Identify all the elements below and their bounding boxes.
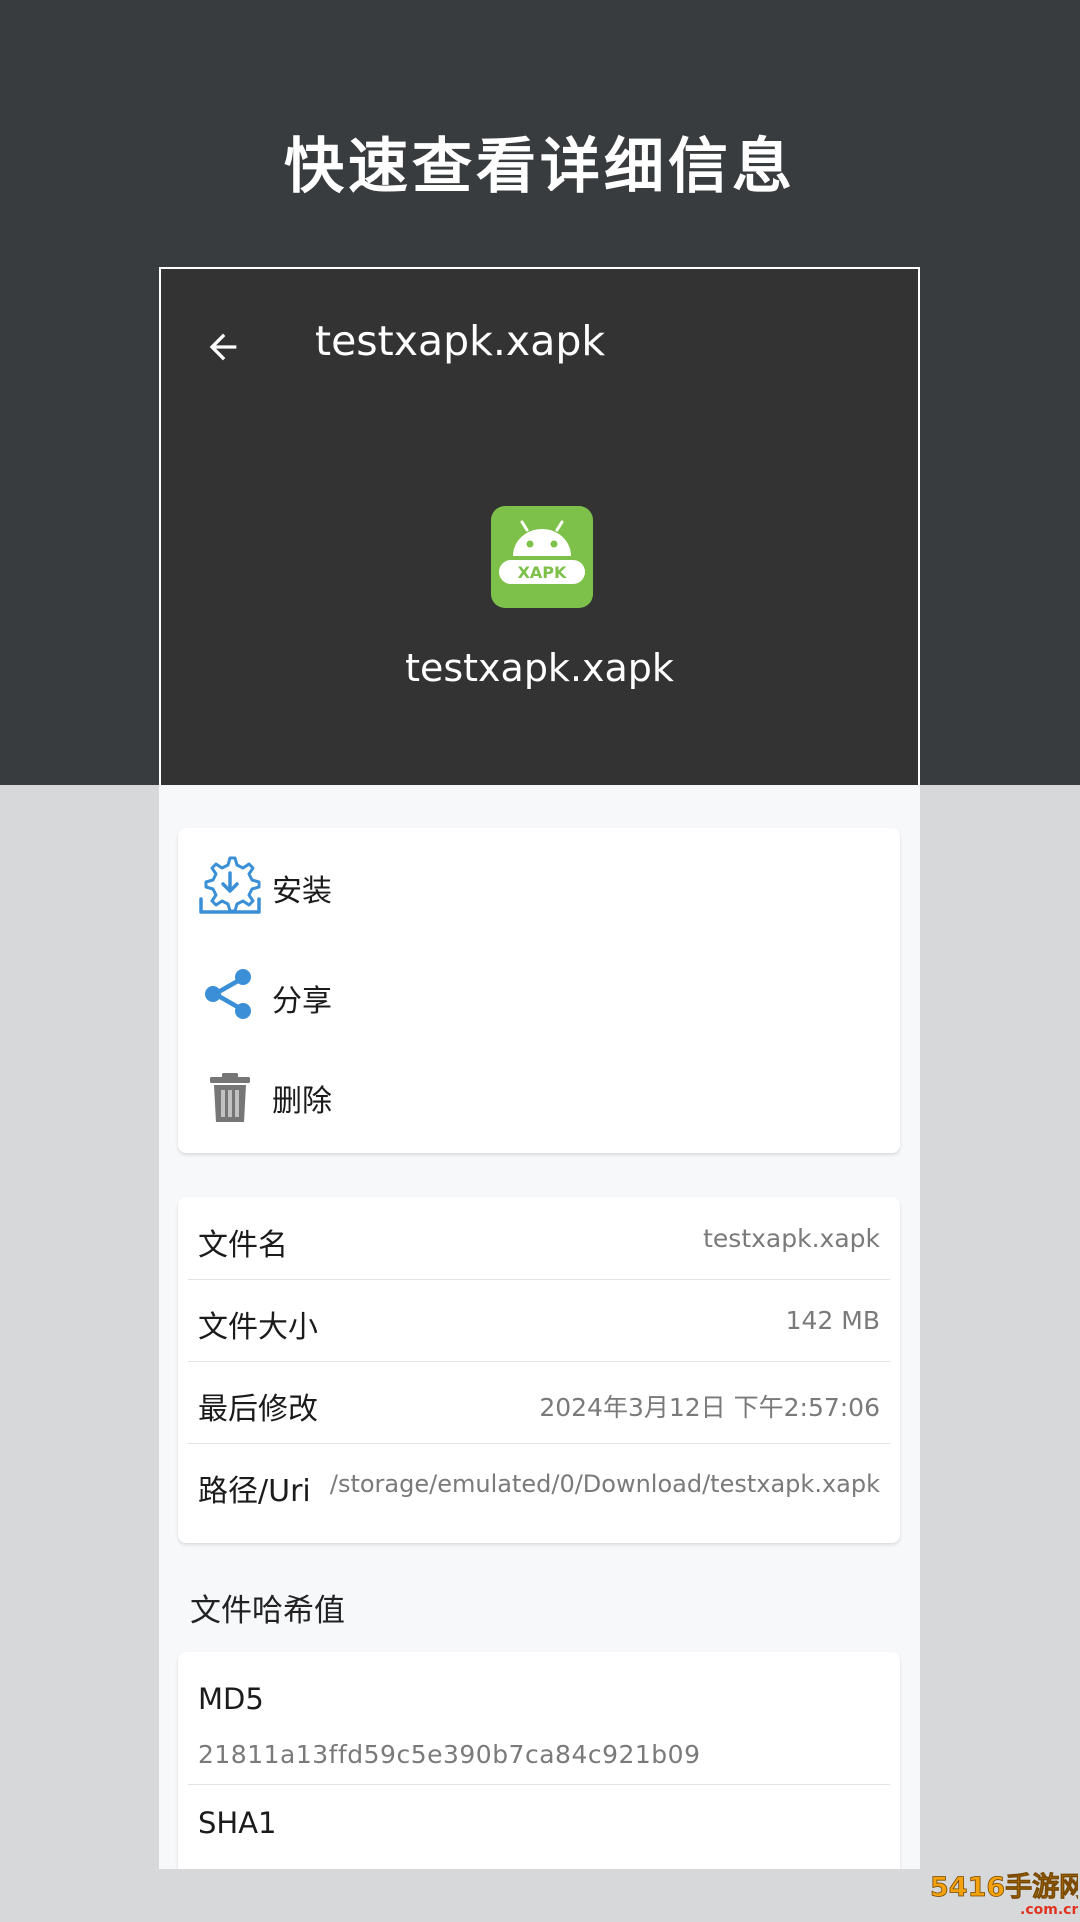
info-row-filename: 文件名 testxapk.xapk xyxy=(188,1197,890,1280)
app-icon-label: XAPK xyxy=(518,563,567,582)
back-button[interactable] xyxy=(195,319,251,375)
hash-label: SHA1 xyxy=(198,1806,277,1840)
file-detail-header: testxapk.xapk XAPK testxapk.xapk xyxy=(159,267,920,785)
install-gear-download-icon xyxy=(196,850,264,918)
trash-icon xyxy=(196,1064,264,1132)
divider xyxy=(188,1784,890,1785)
header-filename: testxapk.xapk xyxy=(405,646,674,690)
info-value: testxapk.xapk xyxy=(703,1224,880,1253)
delete-label: 删除 xyxy=(272,1084,332,1119)
watermark-logo: 5416手游网 .com.cn xyxy=(928,1862,1080,1918)
info-label: 最后修改 xyxy=(198,1392,318,1427)
info-row-size: 文件大小 142 MB xyxy=(188,1279,890,1362)
install-action[interactable]: 安装 xyxy=(178,836,900,936)
info-label: 路径/Uri xyxy=(198,1474,311,1509)
info-row-modified: 最后修改 2024年3月12日 下午2:57:06 xyxy=(188,1361,890,1444)
info-label: 文件大小 xyxy=(198,1310,318,1345)
info-value: 2024年3月12日 下午2:57:06 xyxy=(539,1393,880,1422)
file-info-card: 文件名 testxapk.xapk 文件大小 142 MB 最后修改 2024年… xyxy=(178,1197,900,1543)
hash-value: 21811a13ffd59c5e390b7ca84c921b09 xyxy=(198,1740,701,1769)
hash-section-title: 文件哈希值 xyxy=(190,1593,345,1629)
watermark-text: 5416手游网 xyxy=(930,1872,1078,1903)
info-row-path: 路径/Uri /storage/emulated/0/Download/test… xyxy=(188,1443,890,1525)
android-xapk-icon: XAPK xyxy=(491,506,593,608)
watermark-domain: .com.cn xyxy=(1020,1902,1078,1918)
hash-label: MD5 xyxy=(198,1682,264,1716)
share-icon xyxy=(196,960,264,1028)
phone-screen: testxapk.xapk XAPK testxapk.xapk 安装 分享 删… xyxy=(159,267,920,1869)
info-label: 文件名 xyxy=(198,1228,288,1263)
toolbar-title: testxapk.xapk xyxy=(315,317,606,365)
install-label: 安装 xyxy=(272,874,332,909)
info-value: 142 MB xyxy=(785,1306,880,1335)
share-label: 分享 xyxy=(272,984,332,1019)
promo-title: 快速查看详细信息 xyxy=(284,132,796,202)
arrow-left-icon xyxy=(209,333,237,361)
share-action[interactable]: 分享 xyxy=(178,946,900,1046)
actions-card: 安装 分享 删除 xyxy=(178,828,900,1153)
delete-action[interactable]: 删除 xyxy=(178,1046,900,1146)
hash-card: MD5 21811a13ffd59c5e390b7ca84c921b09 SHA… xyxy=(178,1652,900,1869)
info-value: /storage/emulated/0/Download/testxapk.xa… xyxy=(329,1470,880,1498)
